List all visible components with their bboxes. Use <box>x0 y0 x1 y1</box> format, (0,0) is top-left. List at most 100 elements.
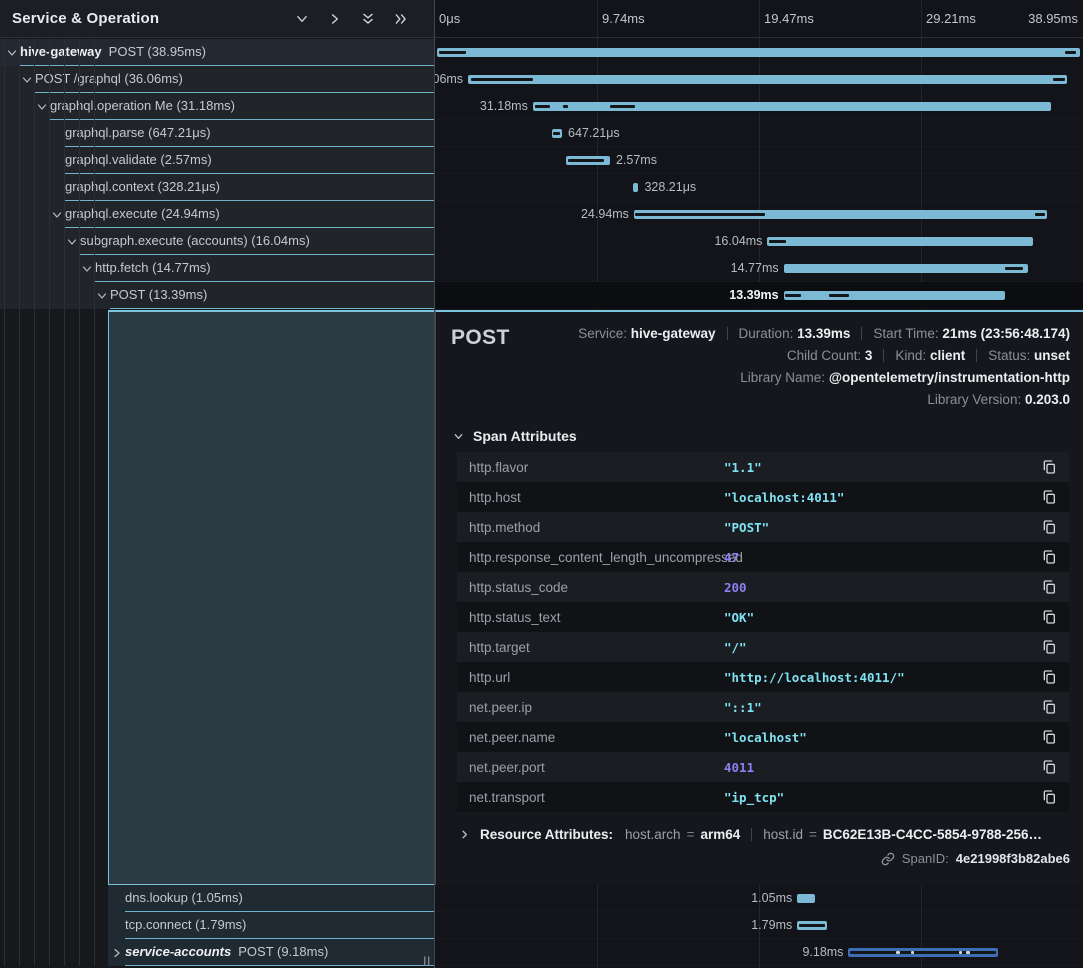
span-label: http.fetch (14.77ms) <box>95 255 211 281</box>
span-bar[interactable] <box>784 264 1028 273</box>
copy-icon[interactable] <box>1041 699 1057 715</box>
attribute-row[interactable]: net.peer.ip"::1" <box>457 692 1069 722</box>
attribute-row[interactable]: http.method"POST" <box>457 512 1069 542</box>
span-bar[interactable] <box>767 237 1033 246</box>
span-label: POST /graphql (36.06ms) <box>35 66 183 92</box>
span-tree-row[interactable]: graphql.parse (647.21μs) <box>0 120 434 147</box>
meta-label: Service: <box>578 326 631 341</box>
span-bar-row[interactable]: 24.94ms <box>435 201 1083 228</box>
indent-guide <box>64 39 65 966</box>
meta-value: client <box>930 348 965 363</box>
attribute-row[interactable]: net.peer.port4011 <box>457 752 1069 782</box>
attribute-row[interactable]: net.transport"ip_tcp" <box>457 782 1069 812</box>
copy-icon[interactable] <box>1041 519 1057 535</box>
span-bar-row[interactable]: 2.57ms <box>435 147 1083 174</box>
span-tree-row[interactable]: http.fetch (14.77ms) <box>0 255 434 282</box>
copy-icon[interactable] <box>1041 729 1057 745</box>
copy-icon[interactable] <box>1041 549 1057 565</box>
copy-icon[interactable] <box>1041 489 1057 505</box>
span-duration-label: 24.94ms <box>581 201 634 228</box>
double-chevron-right-icon[interactable] <box>394 12 408 26</box>
tree-header: Service & Operation <box>0 0 434 38</box>
chevron-down-icon[interactable] <box>81 262 93 274</box>
span-tree-row[interactable]: graphql.context (328.21μs) <box>0 174 434 201</box>
chevron-down-icon[interactable] <box>66 235 78 247</box>
resource-attributes-title: Resource Attributes: <box>480 827 613 842</box>
double-chevron-down-icon[interactable] <box>361 12 375 26</box>
attribute-row[interactable]: net.peer.name"localhost" <box>457 722 1069 752</box>
child-span-mark <box>563 105 568 108</box>
attribute-row[interactable]: http.response_content_length_uncompresse… <box>457 542 1069 572</box>
span-attributes-section-header[interactable]: Span Attributes <box>453 428 1070 444</box>
span-tree-pane: hive-gatewayPOST (38.95ms)POST /graphql … <box>0 0 434 968</box>
span-tree-row[interactable]: graphql.operation Me (31.18ms) <box>0 93 434 120</box>
chevron-down-icon[interactable] <box>96 289 108 301</box>
meta-value: 3 <box>865 348 873 363</box>
span-duration-label: 9.18ms <box>802 939 848 966</box>
chevron-down-icon[interactable] <box>295 12 309 26</box>
pane-resize-handle[interactable]: || <box>423 956 431 967</box>
span-tree-row[interactable]: dns.lookup (1.05ms) <box>0 885 434 912</box>
chevron-right-icon[interactable] <box>111 946 123 958</box>
span-bar[interactable] <box>784 291 1006 300</box>
meta-value: hive-gateway <box>631 326 716 341</box>
chevron-right-icon[interactable] <box>328 12 342 26</box>
copy-icon[interactable] <box>1041 639 1057 655</box>
link-icon[interactable] <box>881 852 895 866</box>
resource-attributes-row[interactable]: Resource Attributes: host.arch=arm64host… <box>459 827 1070 842</box>
attribute-value: "localhost:4011" <box>724 490 1041 505</box>
attribute-row[interactable]: http.status_code200 <box>457 572 1069 602</box>
span-tree-row[interactable]: POST /graphql (36.06ms) <box>0 66 434 93</box>
indent-guide <box>34 39 35 966</box>
copy-icon[interactable] <box>1041 759 1057 775</box>
attribute-row[interactable]: http.flavor"1.1" <box>457 452 1069 482</box>
meta-divider <box>861 327 862 340</box>
span-tree-row[interactable]: subgraph.execute (accounts) (16.04ms) <box>0 228 434 255</box>
span-tree-row[interactable]: service-accountsPOST (9.18ms) <box>0 939 434 966</box>
copy-icon[interactable] <box>1041 669 1057 685</box>
span-bar[interactable] <box>633 183 639 192</box>
attribute-row[interactable]: http.target"/" <box>457 632 1069 662</box>
span-tree-row[interactable]: tcp.connect (1.79ms) <box>0 912 434 939</box>
span-detail-title: POST <box>451 323 510 350</box>
span-bar-row[interactable]: 31.18ms <box>435 93 1083 120</box>
span-bar-row[interactable]: 1.05ms <box>435 885 1083 912</box>
span-bar-row[interactable]: 13.39ms <box>435 282 1083 309</box>
copy-icon[interactable] <box>1041 609 1057 625</box>
chevron-right-icon <box>459 829 470 840</box>
span-bar-row[interactable]: 36.06ms <box>435 66 1083 93</box>
chevron-down-icon[interactable] <box>21 73 33 85</box>
span-bar-row[interactable]: 14.77ms <box>435 255 1083 282</box>
chevron-down-icon[interactable] <box>36 100 48 112</box>
indent-guide <box>94 39 95 966</box>
meta-label: Kind: <box>895 348 930 363</box>
span-bar[interactable] <box>437 48 1080 57</box>
span-label: POST (13.39ms) <box>110 282 207 308</box>
span-tree-row[interactable]: graphql.validate (2.57ms) <box>0 147 434 174</box>
meta-label: Library Version: <box>927 392 1025 407</box>
attribute-row[interactable]: http.status_text"OK" <box>457 602 1069 632</box>
span-bar-row[interactable]: 328.21μs <box>435 174 1083 201</box>
chevron-down-icon[interactable] <box>6 46 18 58</box>
span-bar-row[interactable]: 9.18ms <box>435 939 1083 966</box>
child-span-mark <box>785 294 801 297</box>
attribute-row[interactable]: http.url"http://localhost:4011/" <box>457 662 1069 692</box>
chevron-down-icon[interactable] <box>51 208 63 220</box>
meta-divider <box>883 349 884 362</box>
span-bar-row[interactable]: 38.95ms <box>435 39 1083 66</box>
span-bar[interactable] <box>468 75 1067 84</box>
span-tree-row[interactable]: hive-gatewayPOST (38.95ms) <box>0 39 434 66</box>
copy-icon[interactable] <box>1041 789 1057 805</box>
copy-icon[interactable] <box>1041 459 1057 475</box>
span-duration-label: 36.06ms <box>435 66 468 93</box>
span-bar-row[interactable]: 647.21μs <box>435 120 1083 147</box>
span-tree-row[interactable]: POST (13.39ms) <box>0 282 434 309</box>
attribute-row[interactable]: http.host"localhost:4011" <box>457 482 1069 512</box>
child-span-mark <box>769 240 786 243</box>
span-tree-row[interactable]: graphql.execute (24.94ms) <box>0 201 434 228</box>
attribute-value: "POST" <box>724 520 1041 535</box>
copy-icon[interactable] <box>1041 579 1057 595</box>
span-bar[interactable] <box>797 894 815 903</box>
span-bar-row[interactable]: 1.79ms <box>435 912 1083 939</box>
span-bar-row[interactable]: 16.04ms <box>435 228 1083 255</box>
